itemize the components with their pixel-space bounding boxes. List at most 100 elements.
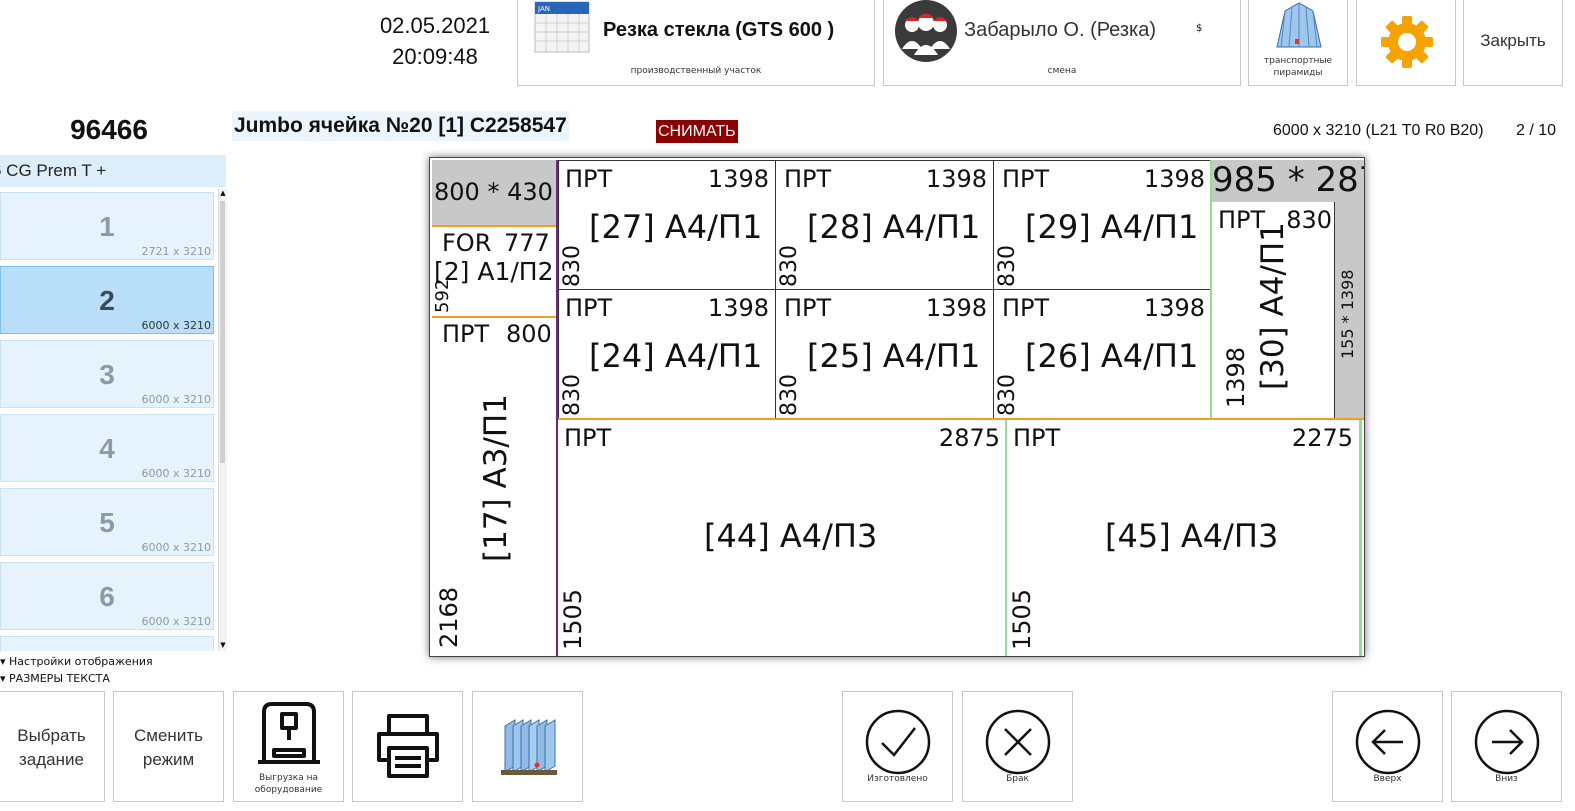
down-button[interactable]: Вниз [1451, 691, 1562, 802]
sheet-item-6[interactable]: 6 6000 x 3210 [0, 562, 214, 630]
cut-map[interactable]: 800 * 430 FOR 777 [2] A1/П2 592 ПРТ 800 … [429, 157, 1365, 657]
piece-29-type: ПРТ [1002, 165, 1050, 193]
piece-17-label: [17] A3/П1 [478, 394, 514, 562]
piece-28-type: ПРТ [784, 165, 832, 193]
display-settings-toggle[interactable]: ▾ Настройки отображения [0, 655, 153, 668]
production-area-button[interactable]: JAN Резка стекла (GTS 600 ) производстве… [517, 0, 875, 86]
sheet-item-4[interactable]: 4 6000 x 3210 [0, 414, 214, 482]
piece-27-height: 830 [560, 245, 585, 287]
change-mode-button[interactable]: Сменить режим [113, 691, 224, 802]
waste-right[interactable]: 155 * 1398 [1334, 202, 1364, 419]
piece-27-type: ПРТ [565, 165, 613, 193]
piece-28[interactable]: ПРТ 1398 [28] A4/П1 830 [775, 160, 994, 290]
scroll-down-arrow[interactable]: ▼ [219, 641, 227, 651]
glass-type: 6 CG Prem T + [0, 161, 107, 180]
piece-2-type: FOR [442, 229, 492, 257]
production-area-caption: производственный участок [630, 66, 762, 76]
calendar-icon: JAN [534, 1, 590, 53]
choose-task-button[interactable]: Выбрать задание [0, 691, 105, 802]
piece-25-height: 830 [777, 374, 802, 416]
piece-30-width: 830 [1286, 206, 1332, 234]
piece-44-type: ПРТ [564, 424, 612, 452]
piece-30[interactable]: ПРТ 830 [30] A4/П1 1398 [1212, 202, 1336, 419]
pyramids-button[interactable]: транспортные пирамиды [1248, 0, 1348, 86]
piece-45[interactable]: ПРТ 2275 [45] A4/П3 1505 [1007, 420, 1359, 656]
print-button[interactable] [352, 691, 463, 802]
piece-2[interactable]: FOR 777 [2] A1/П2 592 [432, 227, 558, 317]
piece-26-type: ПРТ [1002, 294, 1050, 322]
x-circle-icon [985, 709, 1051, 775]
piece-30-height: 1398 [1222, 346, 1250, 408]
scroll-up-arrow[interactable]: ▲ [219, 189, 227, 199]
piece-27-width: 1398 [707, 165, 769, 193]
choose-task-label: Выбрать задание [17, 726, 86, 769]
piece-24-width: 1398 [707, 294, 769, 322]
up-label: Вверх [1373, 774, 1402, 784]
sheet-list-scrollbar[interactable]: ▲ ▼ [218, 189, 227, 651]
piece-29-height: 830 [995, 245, 1020, 287]
arrow-right-circle-icon [1474, 709, 1540, 775]
piece-25-width: 1398 [925, 294, 987, 322]
sheet-item-1[interactable]: 1 2721 x 3210 [0, 192, 214, 260]
waste-top-right-size: 985 * 287 [1212, 160, 1364, 200]
svg-text:JAN: JAN [537, 5, 550, 13]
settings-button[interactable] [1356, 0, 1456, 86]
defect-button[interactable]: Брак [962, 691, 1073, 802]
piece-26[interactable]: ПРТ 1398 [26] A4/П1 830 [993, 289, 1212, 419]
up-button[interactable]: Вверх [1332, 691, 1443, 802]
piece-44-height: 1505 [559, 588, 587, 650]
export-to-equipment-button[interactable]: Выгрузка на оборудование [233, 691, 344, 802]
piece-17-width: 800 [506, 320, 552, 348]
piece-25-label: [25] A4/П1 [807, 337, 981, 375]
piece-29-label: [29] A4/П1 [1025, 208, 1199, 246]
done-button[interactable]: Изготовлено [842, 691, 953, 802]
current-time: 20:09:48 [392, 44, 478, 69]
piece-17-type: ПРТ [442, 320, 490, 348]
close-button[interactable]: Закрыть [1463, 0, 1563, 86]
piece-2-width: 777 [504, 229, 550, 257]
sheet-item-3[interactable]: 3 6000 x 3210 [0, 340, 214, 408]
scroll-thumb[interactable] [220, 201, 225, 463]
piece-29[interactable]: ПРТ 1398 [29] A4/П1 830 [993, 160, 1212, 290]
piece-44[interactable]: ПРТ 2875 [44] A4/П3 1505 [558, 420, 1006, 656]
piece-17[interactable]: ПРТ 800 [17] A3/П1 2168 [432, 318, 556, 656]
sheet-item-7[interactable] [0, 636, 214, 651]
piece-44-width: 2875 [938, 424, 1000, 452]
sheet-item-2[interactable]: 2 6000 x 3210 [0, 266, 214, 334]
remove-badge: СНИМАТЬ [656, 120, 738, 143]
waste-top-right[interactable]: 985 * 287 [1212, 160, 1364, 202]
piece-2-height: 592 [432, 278, 453, 313]
shift-caption: смена [1047, 66, 1077, 76]
piece-27[interactable]: ПРТ 1398 [27] A4/П1 830 [558, 160, 776, 290]
sheet-item-5[interactable]: 5 6000 x 3210 [0, 488, 214, 556]
piece-24-height: 830 [560, 374, 585, 416]
defect-label: Брак [1006, 774, 1029, 784]
piece-24-type: ПРТ [565, 294, 613, 322]
sheet-list: 1 2721 x 3210 2 6000 x 3210 3 6000 x 3210 4… [0, 189, 228, 651]
pyramid-icon [1273, 1, 1325, 49]
piece-45-width: 2275 [1291, 424, 1353, 452]
piece-44-label: [44] A4/П3 [704, 517, 878, 555]
glass-stack-button[interactable] [472, 691, 583, 802]
piece-30-label: [30] A4/П1 [1255, 222, 1291, 390]
glass-stack-icon [499, 716, 559, 776]
piece-28-height: 830 [777, 245, 802, 287]
glass-type-header: 6 CG Prem T + [0, 155, 226, 187]
check-circle-icon [865, 709, 931, 775]
piece-24[interactable]: ПРТ 1398 [24] A4/П1 830 [558, 289, 776, 419]
cut-line-green-3 [1359, 420, 1362, 656]
production-area-title: Резка стекла (GTS 600 ) [603, 19, 835, 41]
cnc-machine-icon [256, 700, 322, 766]
shift-button[interactable]: Забарыло О. (Резка) $ смена [883, 0, 1241, 86]
waste-top-left[interactable]: 800 * 430 [432, 160, 558, 226]
piece-25[interactable]: ПРТ 1398 [25] A4/П1 830 [775, 289, 994, 419]
piece-25-type: ПРТ [784, 294, 832, 322]
piece-29-width: 1398 [1143, 165, 1205, 193]
piece-27-label: [27] A4/П1 [589, 208, 763, 246]
jumbo-cell-title: Jumbo ячейка №20 [1] C2258547 [232, 111, 569, 141]
close-label: Закрыть [1480, 31, 1546, 50]
piece-26-label: [26] A4/П1 [1025, 337, 1199, 375]
piece-28-label: [28] A4/П1 [807, 208, 981, 246]
text-sizes-toggle[interactable]: ▾ РАЗМЕРЫ ТЕКСТА [0, 672, 110, 685]
piece-28-width: 1398 [925, 165, 987, 193]
